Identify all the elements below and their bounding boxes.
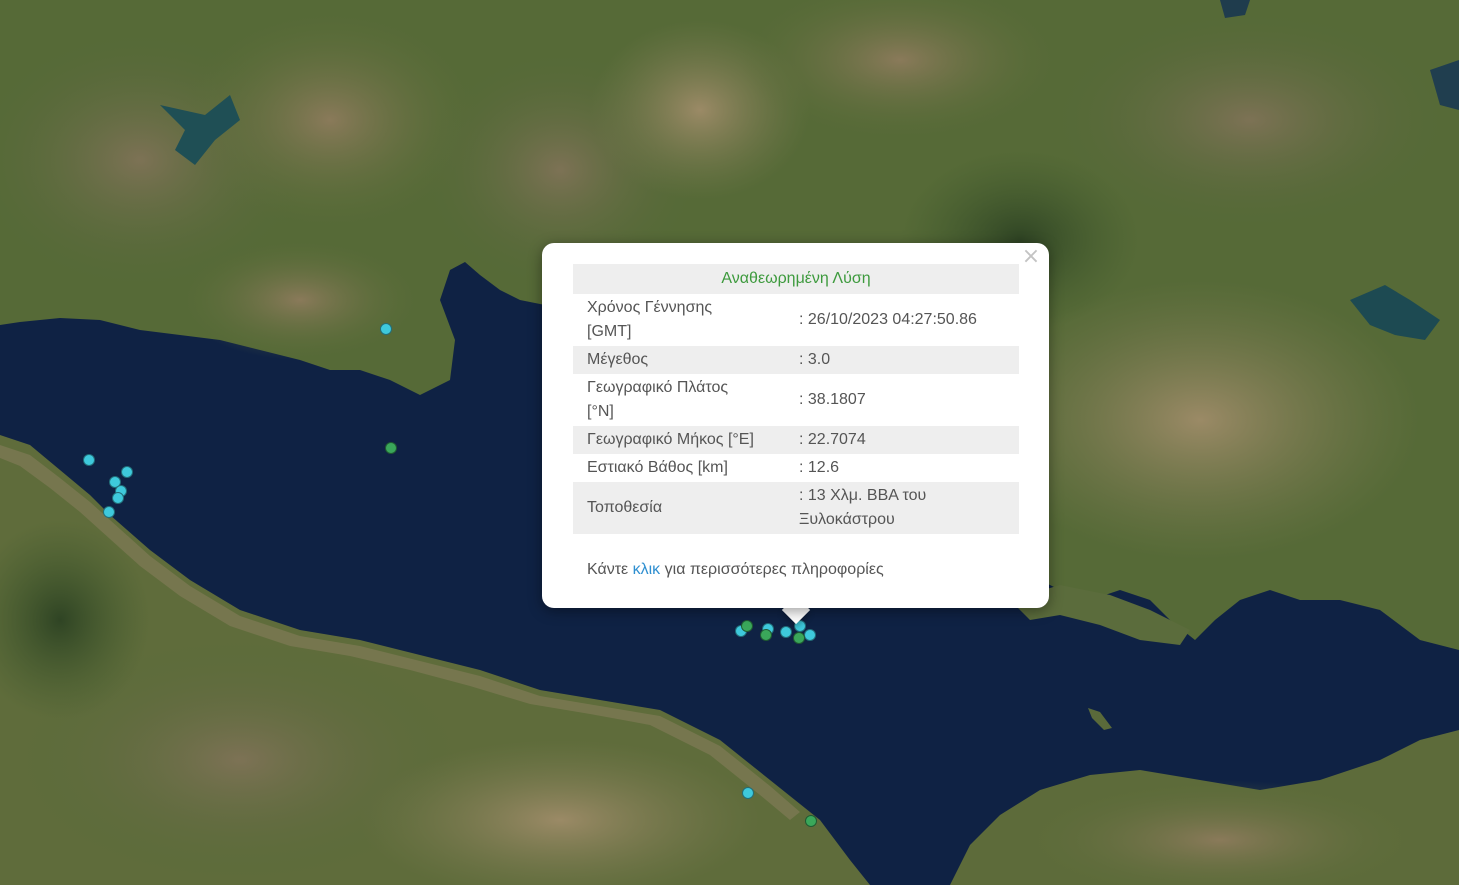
table-row: Μέγεθος : 3.0 xyxy=(573,346,1019,374)
earthquake-marker[interactable] xyxy=(385,442,397,454)
close-icon[interactable]: × xyxy=(1021,246,1041,268)
location-label: Τοποθεσία xyxy=(573,482,771,534)
earthquake-marker[interactable] xyxy=(742,787,754,799)
more-info-prefix: Κάντε xyxy=(587,561,633,578)
table-row: Χρόνος Γέννησης [GMT] : 26/10/2023 04:27… xyxy=(573,294,1019,346)
more-info-line: Κάντε κλικ για περισσότερες πληροφορίες xyxy=(587,561,884,579)
origin-time-label: Χρόνος Γέννησης [GMT] xyxy=(587,299,713,340)
location-value: : 13 Χλμ. ΒΒΑ του Ξυλοκάστρου xyxy=(771,482,1019,534)
earthquake-popup: × Αναθεωρημένη Λύση Χρόνος Γέννησης [GMT… xyxy=(542,243,1049,608)
terrain xyxy=(180,240,420,360)
earthquake-marker[interactable] xyxy=(741,620,753,632)
earthquake-marker[interactable] xyxy=(804,629,816,641)
longitude-label: Γεωγραφικό Μήκος [°E] xyxy=(573,426,771,454)
depth-label: Εστιακό Βάθος [km] xyxy=(587,459,728,476)
magnitude-label: Μέγεθος xyxy=(573,346,771,374)
earthquake-marker[interactable] xyxy=(103,506,115,518)
revised-solution-header: Αναθεωρημένη Λύση xyxy=(573,264,1019,294)
origin-time-value: : 26/10/2023 04:27:50.86 xyxy=(799,311,977,328)
earthquake-marker[interactable] xyxy=(83,454,95,466)
popup-header-row: Αναθεωρημένη Λύση xyxy=(573,264,1019,294)
table-row: Εστιακό Βάθος [km] : 12.6 xyxy=(573,454,1019,482)
earthquake-marker[interactable] xyxy=(780,626,792,638)
earthquake-marker[interactable] xyxy=(112,492,124,504)
magnitude-value: : 3.0 xyxy=(771,346,1019,374)
table-row: Γεωγραφικό Πλάτος [°N] : 38.1807 xyxy=(573,374,1019,426)
table-row: Τοποθεσία : 13 Χλμ. ΒΒΑ του Ξυλοκάστρου xyxy=(573,482,1019,534)
earthquake-info-table: Αναθεωρημένη Λύση Χρόνος Γέννησης [GMT] … xyxy=(573,264,1019,534)
depth-value: : 12.6 xyxy=(799,459,840,476)
latitude-label: Γεωγραφικό Πλάτος [°N] xyxy=(587,379,729,420)
longitude-value: : 22.7074 xyxy=(771,426,1019,454)
earthquake-marker[interactable] xyxy=(805,815,817,827)
earthquake-marker[interactable] xyxy=(121,466,133,478)
earthquake-marker[interactable] xyxy=(760,629,772,641)
more-info-link[interactable]: κλικ xyxy=(633,561,661,578)
earthquake-marker[interactable] xyxy=(380,323,392,335)
table-row: Γεωγραφικό Μήκος [°E] : 22.7074 xyxy=(573,426,1019,454)
latitude-value: : 38.1807 xyxy=(799,391,866,408)
earthquake-marker[interactable] xyxy=(793,632,805,644)
more-info-suffix: για περισσότερες πληροφορίες xyxy=(660,561,884,578)
